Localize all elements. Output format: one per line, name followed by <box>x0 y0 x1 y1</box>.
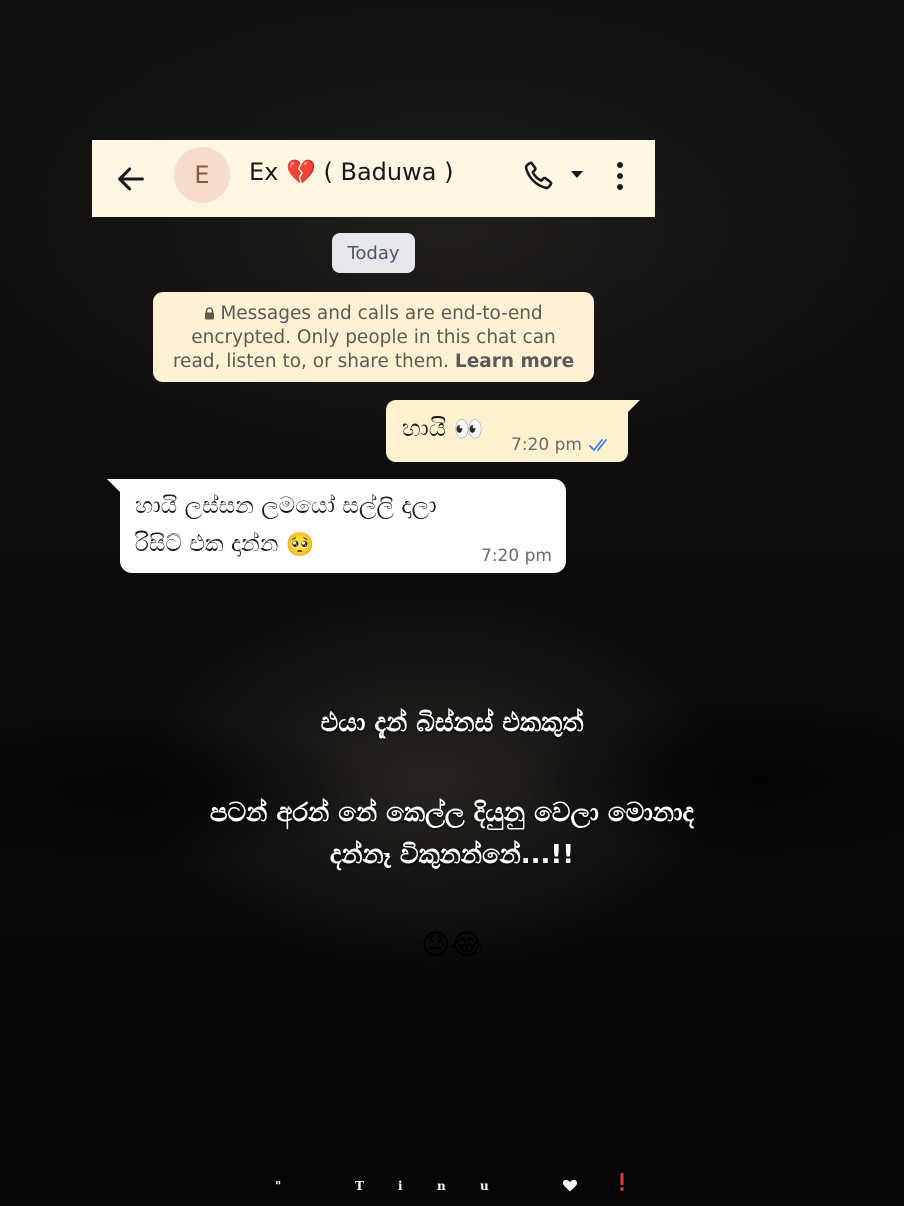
footer-glyph: T <box>355 1179 364 1193</box>
message-time: 7:20 pm <box>511 435 582 455</box>
chat-header: E Ex 💔 ( Baduwa ) <box>92 140 655 217</box>
more-vert-icon[interactable] <box>612 160 628 192</box>
caption-line-1: එයා දැන් බිස්නස් එකකුත් <box>320 708 584 738</box>
double-check-icon <box>589 439 607 451</box>
outgoing-message-bubble[interactable]: හායි 👀 7:20 pm <box>386 400 640 462</box>
learn-more-link[interactable]: Learn more <box>455 351 574 372</box>
heart-icon <box>562 1179 578 1192</box>
back-arrow-icon[interactable] <box>114 162 148 196</box>
notice-line-2: encrypted. Only people in this chat can <box>191 327 556 348</box>
message-line-2: රිසිට් එක දාන්න <box>135 531 279 557</box>
footer-glyph: u <box>480 1179 489 1193</box>
date-chip: Today <box>332 233 415 273</box>
caption-line-2: පටන් අරන් නේ කෙල්ල දියුනු වෙලා මොනාද <box>209 798 695 828</box>
footer-signature: " T i n u <box>0 1176 904 1196</box>
encryption-notice[interactable]: Messages and calls are end-to-end encryp… <box>153 292 594 382</box>
footer-glyph: n <box>437 1179 446 1193</box>
message-time: 7:20 pm <box>481 546 552 566</box>
phone-icon[interactable] <box>522 158 556 192</box>
exclamation-icon <box>620 1173 624 1191</box>
footer-glyph: i <box>398 1179 403 1193</box>
pleading-face-emoji: 🥺 <box>285 531 315 558</box>
lock-icon <box>205 307 215 320</box>
avatar-letter: E <box>194 161 210 189</box>
notice-line-1: Messages and calls are end-to-end <box>220 303 543 324</box>
sweat-laugh-emojis: 😓😂 <box>421 928 483 961</box>
contact-name[interactable]: Ex 💔 ( Baduwa ) <box>249 158 453 186</box>
bubble-tail <box>107 479 121 493</box>
message-text: හායි <box>402 414 447 442</box>
message-line-1: හායි ලස්සන ලමයෝ සල්ලි දාලා <box>135 493 437 519</box>
incoming-message-bubble[interactable]: හායි ලස්සන ලමයෝ සල්ලි දාලා රිසිට් එක දාන… <box>107 479 566 573</box>
caption-line-3: දන්නෑ විකුනන්නේ...!! <box>329 840 575 870</box>
notice-line-3: read, listen to, or share them. <box>172 351 450 372</box>
avatar[interactable]: E <box>174 147 230 203</box>
outgoing-message-text: හායි 👀 <box>402 414 484 443</box>
incoming-message-text: හායි ලස්සන ලමයෝ සල්ලි දාලා රිසිට් එක දාන… <box>135 487 535 564</box>
eyes-emoji: 👀 <box>453 415 484 443</box>
caption-emojis: 😓😂 <box>0 928 904 961</box>
bubble-tail <box>626 400 640 414</box>
chevron-down-icon[interactable] <box>570 170 584 180</box>
footer-glyph: " <box>275 1179 282 1193</box>
